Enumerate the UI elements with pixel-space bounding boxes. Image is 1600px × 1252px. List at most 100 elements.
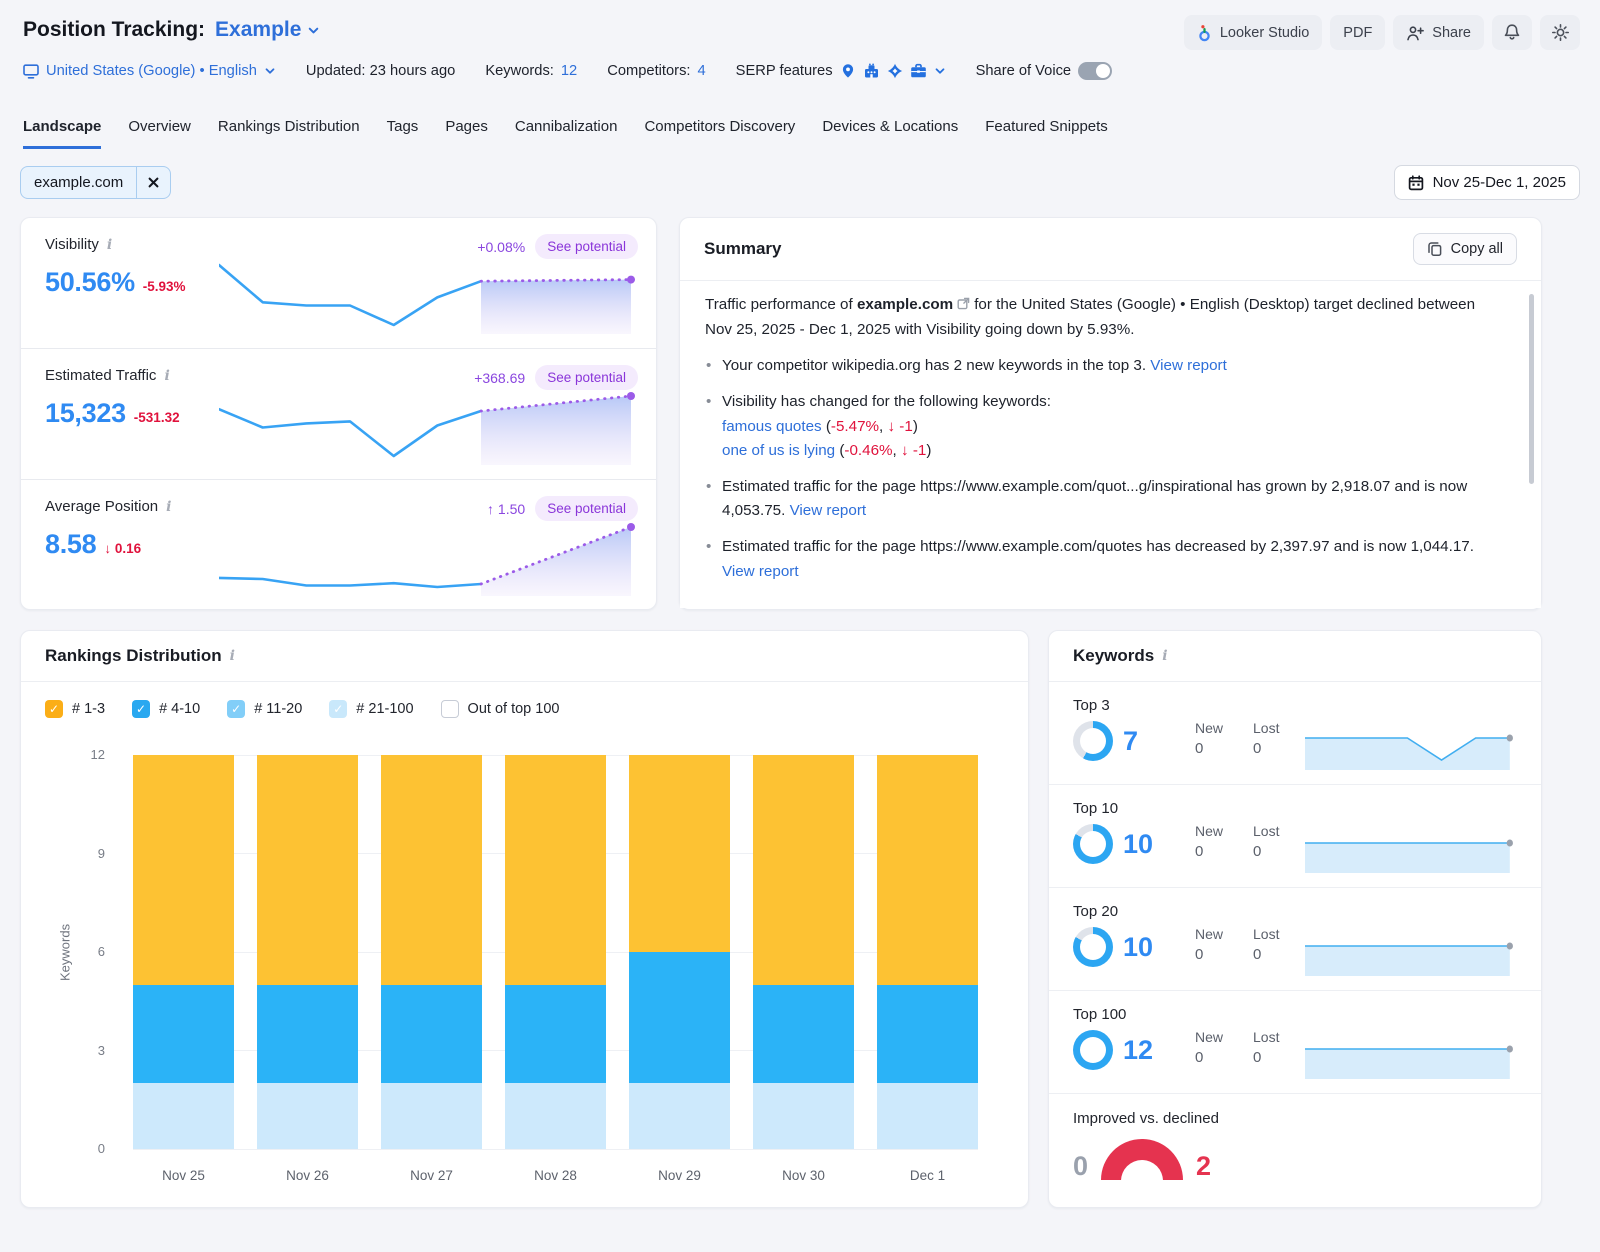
- info-icon[interactable]: i: [164, 368, 169, 384]
- bar-segment-1-3: [753, 755, 854, 985]
- copy-all-label: Copy all: [1450, 241, 1503, 257]
- target-label: United States (Google) • English: [46, 63, 257, 79]
- view-report-link[interactable]: View report: [722, 563, 799, 580]
- share-of-voice: Share of Voice: [976, 62, 1113, 80]
- filter-4-10[interactable]: ✓ # 4-10: [132, 700, 200, 718]
- bar-segment-21-100: [505, 1083, 606, 1149]
- project-name: Example: [215, 18, 302, 41]
- chevron-down-icon: [307, 24, 320, 37]
- close-icon[interactable]: [136, 167, 170, 198]
- summary-body: Traffic performance of example.com for th…: [680, 276, 1541, 608]
- looker-studio-button[interactable]: Looker Studio: [1183, 15, 1323, 50]
- bar-segment-1-3: [629, 755, 730, 953]
- competitors-count: Competitors: 4: [607, 63, 705, 79]
- notifications-button[interactable]: [1492, 15, 1532, 50]
- position-potential-delta: ↑ 1.50: [487, 500, 526, 517]
- view-report-link[interactable]: View report: [1150, 357, 1227, 374]
- traffic-sparkline: [219, 392, 635, 465]
- donut-chart: [1073, 824, 1113, 864]
- view-report-link[interactable]: one of us is lying: [722, 442, 835, 459]
- tab-featured-snippets[interactable]: Featured Snippets: [985, 118, 1108, 149]
- new-label: New: [1195, 926, 1224, 942]
- external-link-icon[interactable]: [957, 297, 970, 310]
- filter-11-20[interactable]: ✓ # 11-20: [227, 700, 302, 718]
- tab-cannibalization[interactable]: Cannibalization: [515, 118, 618, 149]
- bar-segment-1-3: [505, 755, 606, 985]
- bell-icon: [1503, 23, 1521, 42]
- share-person-plus-icon: [1406, 25, 1425, 41]
- competitors-count-label: Competitors:: [607, 63, 691, 79]
- keywords-count-value[interactable]: 12: [561, 63, 577, 79]
- x-tick-label: Nov 26: [286, 1168, 329, 1183]
- looker-studio-label: Looker Studio: [1219, 24, 1310, 41]
- tab-tags[interactable]: Tags: [387, 118, 419, 149]
- jobs-icon: [910, 63, 927, 79]
- summary-bullet: Visibility has changed for the following…: [705, 390, 1501, 464]
- filter-21-100[interactable]: ✓ # 21-100: [329, 700, 414, 718]
- settings-button[interactable]: [1540, 15, 1580, 50]
- date-range-picker[interactable]: Nov 25-Dec 1, 2025: [1393, 165, 1580, 200]
- visibility-value: 50.56%: [45, 267, 135, 297]
- filter-label: # 21-100: [356, 701, 414, 717]
- lost-column: Lost 0: [1253, 720, 1295, 757]
- tab-landscape[interactable]: Landscape: [23, 118, 102, 149]
- checked-checkbox[interactable]: ✓: [329, 700, 348, 718]
- summary-text: ): [926, 442, 932, 460]
- date-range-label: Nov 25-Dec 1, 2025: [1432, 174, 1566, 191]
- info-icon[interactable]: i: [107, 237, 112, 253]
- visibility-label: Visibility: [45, 236, 99, 253]
- info-icon[interactable]: i: [230, 648, 235, 664]
- project-picker[interactable]: Example: [215, 18, 320, 42]
- stacked-bar-nov-27: [381, 755, 482, 1149]
- tab-competitors-discovery[interactable]: Competitors Discovery: [644, 118, 795, 149]
- calendar-icon: [1408, 174, 1424, 191]
- target-selector[interactable]: United States (Google) • English: [23, 63, 276, 79]
- new-label: New: [1195, 823, 1224, 839]
- keywords-row-top-3: Top 3 7 New 0 Lost 0: [1049, 682, 1541, 785]
- serp-feature-icons: [840, 63, 927, 79]
- visibility-sparkline: [219, 263, 635, 334]
- chart-plot-area: [133, 754, 978, 1150]
- info-icon[interactable]: i: [166, 499, 171, 515]
- summary-bullets: Your competitor wikipedia.org has 2 new …: [705, 354, 1501, 584]
- x-tick-label: Dec 1: [909, 1168, 946, 1183]
- info-icon[interactable]: i: [1162, 648, 1167, 664]
- serp-features[interactable]: SERP features: [736, 63, 946, 79]
- keywords-card: Keywords i Top 3 7 New 0 Lost 0 Top 10 10 New 0 Los…: [1048, 630, 1542, 1208]
- share-button[interactable]: Share: [1393, 15, 1484, 50]
- tab-rankings-distribution[interactable]: Rankings Distribution: [218, 118, 360, 149]
- bar-segment-21-100: [629, 1083, 730, 1149]
- y-tick-label: 3: [97, 1042, 105, 1058]
- rankings-chart: Keywords 0 3 6 9 12 Nov 25 Nov 26 Nov 27 Nov 28…: [45, 747, 1008, 1193]
- pdf-button[interactable]: PDF: [1330, 15, 1386, 50]
- copy-all-button[interactable]: Copy all: [1412, 233, 1517, 265]
- bar-segment-21-100: [877, 1083, 978, 1149]
- tab-overview[interactable]: Overview: [128, 118, 191, 149]
- checked-checkbox[interactable]: ✓: [45, 700, 63, 718]
- checked-checkbox[interactable]: ✓: [132, 700, 151, 718]
- keywords-count-label: Keywords:: [485, 63, 554, 79]
- chart-bars: [133, 755, 978, 1149]
- view-report-link[interactable]: famous quotes: [722, 418, 822, 435]
- checked-checkbox[interactable]: ✓: [227, 700, 246, 718]
- tab-devices-locations[interactable]: Devices & Locations: [822, 118, 958, 149]
- share-of-voice-toggle[interactable]: [1078, 62, 1113, 80]
- summary-scrollbar[interactable]: [1529, 294, 1534, 484]
- summary-bullet: Estimated traffic for the page https://w…: [705, 475, 1501, 524]
- keywords-row-value: 10: [1123, 931, 1154, 962]
- lost-label: Lost: [1253, 1029, 1280, 1045]
- lost-label: Lost: [1253, 823, 1280, 839]
- view-report-link[interactable]: View report: [790, 502, 867, 519]
- domain-filter-chip[interactable]: example.com: [20, 166, 172, 199]
- keywords-row-title: Top 3: [1073, 697, 1110, 714]
- filter-out-of-top-100[interactable]: Out of top 100: [440, 700, 560, 718]
- keywords-title: Keywords: [1073, 646, 1155, 665]
- gear-icon: [1551, 23, 1570, 42]
- unchecked-checkbox[interactable]: [440, 700, 459, 718]
- keywords-row-value: 12: [1123, 1034, 1154, 1065]
- tab-pages[interactable]: Pages: [445, 118, 488, 149]
- tabs: Landscape Overview Rankings Distribution Ta…: [23, 118, 1108, 149]
- filter-label: Out of top 100: [467, 701, 560, 717]
- filter-1-3[interactable]: ✓ # 1-3: [45, 700, 105, 718]
- competitors-count-value[interactable]: 4: [698, 63, 706, 79]
